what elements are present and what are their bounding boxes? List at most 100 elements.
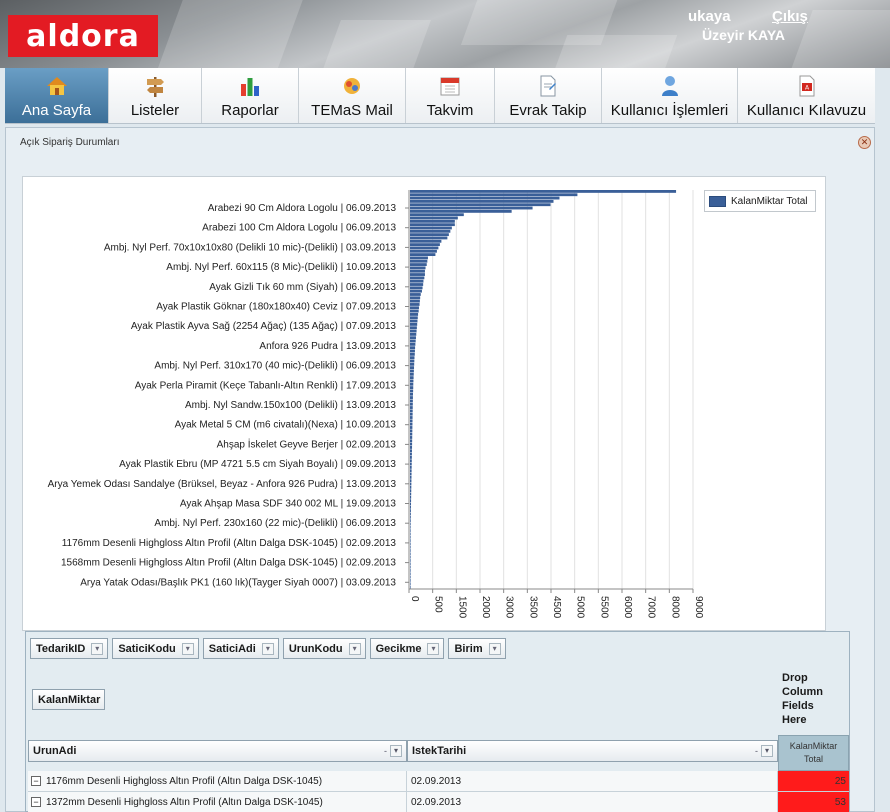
chart-bar <box>410 479 412 483</box>
chart-bar <box>410 196 560 200</box>
chart-bar <box>410 223 455 227</box>
filter-icon[interactable]: ▾ <box>91 642 104 655</box>
filter-field-saticiadi[interactable]: SaticiAdi ▾ <box>202 638 279 659</box>
row-name-cell: − 1372mm Desenli Highgloss Altın Profil … <box>28 792 407 812</box>
column-drop-hint: Drop Column Fields Here <box>782 671 823 727</box>
chart-bar <box>410 535 411 539</box>
filter-icon[interactable]: ▾ <box>427 642 440 655</box>
filter-field-saticikodu[interactable]: SaticiKodu ▾ <box>112 638 199 659</box>
chart-bar <box>410 532 411 536</box>
drop-hint-line: Drop <box>782 672 808 684</box>
user-icon <box>658 74 682 98</box>
chart-bar <box>410 499 412 503</box>
chart-bar <box>410 452 412 456</box>
filter-icon[interactable]: ▾ <box>181 642 194 655</box>
chart-bar <box>410 256 428 260</box>
nav-label: TEMaS Mail <box>311 102 393 119</box>
logout-link[interactable]: Çıkış <box>772 8 808 25</box>
sort-indicator[interactable]: - <box>384 746 387 756</box>
x-tick-label: 2000 <box>480 596 491 619</box>
chart-bar <box>410 542 411 546</box>
category-label: Ayak Plastik Ebru (MP 4721 5.5 cm Siyah … <box>119 459 396 470</box>
value-header-line: Total <box>803 754 823 764</box>
nav-ana-sayfa[interactable]: Ana Sayfa <box>5 68 108 123</box>
category-label: Ayak Gizli Tık 60 mm (Siyah) | 06.09.201… <box>209 282 396 293</box>
filter-icon[interactable]: ▾ <box>488 642 501 655</box>
chart-bar <box>410 206 533 210</box>
chart-bar <box>410 213 464 217</box>
chart-bar <box>410 555 411 559</box>
chart-bar <box>410 349 415 353</box>
chart-bar <box>410 399 413 403</box>
main-nav: Ana Sayfa Listeler Raporlar TEMaS Mail T… <box>5 68 875 124</box>
field-label: Birim <box>454 642 483 655</box>
sort-indicator[interactable]: - <box>755 746 758 756</box>
filter-field-tedarikid[interactable]: TedarikID ▾ <box>30 638 109 659</box>
chart-bar <box>410 422 413 426</box>
chart-bar <box>410 216 458 220</box>
category-label: Ahşap İskelet Geyve Berjer | 02.09.2013 <box>217 437 397 450</box>
nav-raporlar[interactable]: Raporlar <box>201 68 298 123</box>
filter-icon[interactable]: ▾ <box>261 642 274 655</box>
chart-bar <box>410 309 419 313</box>
chart-bar <box>410 236 448 240</box>
filter-field-gecikme[interactable]: Gecikme ▾ <box>369 638 445 659</box>
filter-field-birim[interactable]: Birim ▾ <box>448 638 506 659</box>
data-field-kalanmiktar[interactable]: KalanMiktar <box>32 689 106 710</box>
field-label: IstekTarihi <box>412 745 467 757</box>
chart-bar <box>410 243 440 247</box>
chart-bar <box>410 293 421 296</box>
chart-bar <box>410 279 424 283</box>
chart-bar <box>410 449 412 453</box>
category-label: Ayak Plastik Ayva Sağ (2254 Ağaç) (135 A… <box>131 321 397 332</box>
chart-bar <box>410 299 420 303</box>
chart-bar <box>410 572 411 576</box>
collapse-icon[interactable]: − <box>31 797 41 807</box>
chart-bar <box>410 323 418 326</box>
filter-icon[interactable]: ▾ <box>761 745 773 757</box>
chart-bar <box>410 585 411 589</box>
x-tick-label: 3000 <box>504 596 515 619</box>
document-icon <box>536 74 560 98</box>
row-field-urunadi[interactable]: UrunAdi - ▾ <box>28 740 407 762</box>
collapse-icon[interactable]: − <box>31 776 41 786</box>
chart-bar <box>410 565 411 569</box>
category-label: Ayak Plastik Göknar (180x180x40) Ceviz |… <box>156 302 396 313</box>
chart-bar <box>410 469 412 473</box>
chart-bar <box>410 489 412 493</box>
x-tick-label: 6000 <box>622 596 633 619</box>
row-name: 1372mm Desenli Highgloss Altın Profil (A… <box>46 796 323 808</box>
chart-bar <box>410 253 436 257</box>
nav-temas-mail[interactable]: TEMaS Mail <box>298 68 405 123</box>
nav-kullanici-islemleri[interactable]: Kullanıcı İşlemleri <box>601 68 737 123</box>
nav-label: Takvim <box>426 102 474 119</box>
row-field-istektarihi[interactable]: IstekTarihi - ▾ <box>407 740 778 762</box>
nav-kullanici-kilavuzu[interactable]: A Kullanıcı Kılavuzu <box>737 68 875 123</box>
mail-icon <box>340 74 364 98</box>
filter-field-urunkodu[interactable]: UrunKodu ▾ <box>282 638 366 659</box>
chart-bar <box>410 529 411 532</box>
nav-evrak-takip[interactable]: Evrak Takip <box>494 68 601 123</box>
x-tick-label: 5500 <box>598 596 609 619</box>
nav-listeler[interactable]: Listeler <box>108 68 201 123</box>
chart-bar <box>410 426 413 429</box>
chart-bar <box>410 552 411 556</box>
chart-bar <box>410 519 411 523</box>
x-tick-label: 4500 <box>551 596 562 619</box>
field-controls: - ▾ <box>755 745 773 757</box>
row-name: 1176mm Desenli Highgloss Altın Profil (A… <box>46 775 323 787</box>
chart-bar <box>410 485 412 489</box>
chart-bar <box>410 319 418 323</box>
chart-bar <box>410 346 416 350</box>
close-icon[interactable]: ✕ <box>858 136 871 149</box>
chart-bar <box>410 372 414 376</box>
filter-icon[interactable]: ▾ <box>390 745 402 757</box>
chart-bar <box>410 446 413 449</box>
row-date-cell: 02.09.2013 <box>407 792 778 812</box>
row-date-cell: 02.09.2013 <box>407 771 778 791</box>
field-label: SaticiAdi <box>208 642 256 655</box>
filter-icon[interactable]: ▾ <box>348 642 361 655</box>
table-row: − 1176mm Desenli Highgloss Altın Profil … <box>28 771 849 792</box>
nav-takvim[interactable]: Takvim <box>405 68 494 123</box>
row-field-area: UrunAdi - ▾ IstekTarihi - ▾ <box>28 740 778 762</box>
